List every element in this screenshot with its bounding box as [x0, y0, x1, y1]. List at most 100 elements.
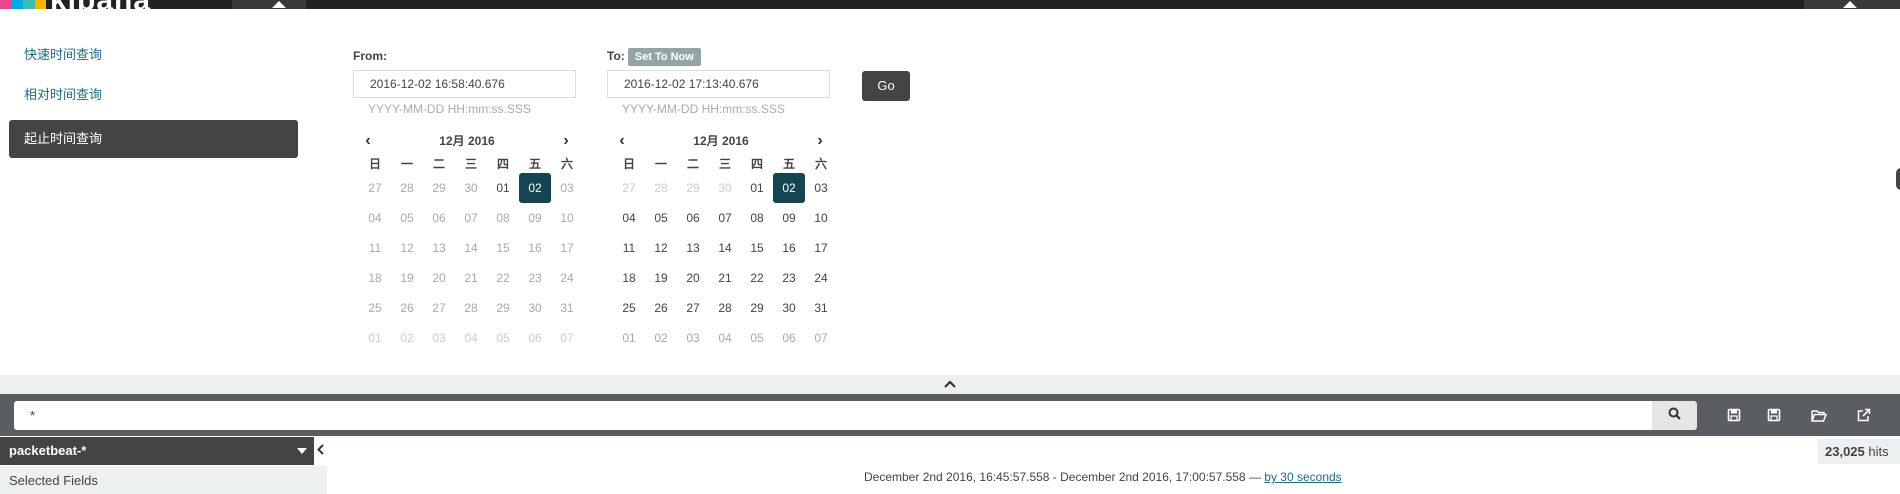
chevron-left-icon[interactable]: ‹ — [613, 132, 631, 150]
calendar-day[interactable]: 17 — [805, 233, 837, 263]
calendar-day[interactable]: 03 — [423, 323, 455, 353]
calendar-day[interactable]: 07 — [805, 323, 837, 353]
search-button[interactable] — [1652, 401, 1697, 430]
calendar-day[interactable]: 11 — [359, 233, 391, 263]
time-mode-relative[interactable]: 相对时间查询 — [9, 80, 298, 118]
calendar-day[interactable]: 04 — [709, 323, 741, 353]
go-button[interactable]: Go — [862, 71, 910, 101]
calendar-day[interactable]: 04 — [359, 203, 391, 233]
calendar-day[interactable]: 02 — [391, 323, 423, 353]
calendar-day[interactable]: 01 — [359, 323, 391, 353]
calendar-day[interactable]: 18 — [613, 263, 645, 293]
calendar-day[interactable]: 19 — [391, 263, 423, 293]
calendar-day[interactable]: 31 — [805, 293, 837, 323]
calendar-day[interactable]: 24 — [551, 263, 583, 293]
calendar-day[interactable]: 27 — [423, 293, 455, 323]
calendar-day[interactable]: 04 — [455, 323, 487, 353]
calendar-day[interactable]: 10 — [551, 203, 583, 233]
calendar-day[interactable]: 27 — [677, 293, 709, 323]
calendar-day[interactable]: 24 — [805, 263, 837, 293]
calendar-day[interactable]: 02 — [519, 173, 551, 203]
calendar-day[interactable]: 27 — [359, 173, 391, 203]
calendar-day[interactable]: 09 — [773, 203, 805, 233]
open-search-icon[interactable] — [1809, 405, 1829, 425]
calendar-day[interactable]: 21 — [709, 263, 741, 293]
collapse-sidebar-button[interactable] — [314, 437, 327, 465]
calendar-day[interactable]: 22 — [487, 263, 519, 293]
new-search-icon[interactable] — [1724, 405, 1744, 425]
calendar-day[interactable]: 08 — [741, 203, 773, 233]
calendar-day[interactable]: 03 — [677, 323, 709, 353]
calendar-day[interactable]: 03 — [551, 173, 583, 203]
calendar-day[interactable]: 15 — [741, 233, 773, 263]
calendar-day[interactable]: 13 — [677, 233, 709, 263]
to-date-input[interactable] — [607, 70, 830, 98]
calendar-day[interactable]: 12 — [391, 233, 423, 263]
calendar-day[interactable]: 22 — [741, 263, 773, 293]
calendar-day[interactable]: 02 — [773, 173, 805, 203]
calendar-day[interactable]: 06 — [519, 323, 551, 353]
calendar-day[interactable]: 31 — [551, 293, 583, 323]
calendar-day[interactable]: 10 — [805, 203, 837, 233]
from-date-input[interactable] — [353, 70, 576, 98]
share-icon[interactable] — [1854, 405, 1874, 425]
calendar-day[interactable]: 06 — [423, 203, 455, 233]
calendar-day[interactable]: 25 — [613, 293, 645, 323]
scroll-handle[interactable] — [1896, 168, 1900, 190]
search-input[interactable] — [14, 401, 1652, 430]
calendar-day[interactable]: 28 — [709, 293, 741, 323]
calendar-day[interactable]: 05 — [645, 203, 677, 233]
time-mode-quick[interactable]: 快速时间查询 — [9, 40, 298, 78]
chevron-left-icon[interactable]: ‹ — [359, 132, 377, 150]
calendar-day[interactable]: 21 — [455, 263, 487, 293]
calendar-day[interactable]: 09 — [519, 203, 551, 233]
calendar-day[interactable]: 30 — [773, 293, 805, 323]
set-to-now-button[interactable]: Set To Now — [627, 47, 701, 66]
time-mode-absolute[interactable]: 起止时间查询 — [9, 120, 298, 158]
save-search-icon[interactable] — [1764, 405, 1784, 425]
calendar-day[interactable]: 23 — [519, 263, 551, 293]
calendar-day[interactable]: 03 — [805, 173, 837, 203]
chevron-right-icon[interactable]: › — [811, 132, 829, 150]
calendar-day[interactable]: 29 — [487, 293, 519, 323]
calendar-day[interactable]: 13 — [423, 233, 455, 263]
calendar-day[interactable]: 07 — [551, 323, 583, 353]
calendar-day[interactable]: 01 — [487, 173, 519, 203]
calendar-day[interactable]: 02 — [645, 323, 677, 353]
calendar-day[interactable]: 20 — [677, 263, 709, 293]
calendar-day[interactable]: 05 — [391, 203, 423, 233]
calendar-day[interactable]: 20 — [423, 263, 455, 293]
calendar-day[interactable]: 28 — [455, 293, 487, 323]
calendar-day[interactable]: 07 — [709, 203, 741, 233]
calendar-day[interactable]: 29 — [741, 293, 773, 323]
calendar-day[interactable]: 28 — [645, 173, 677, 203]
chevron-right-icon[interactable]: › — [557, 132, 575, 150]
calendar-day[interactable]: 18 — [359, 263, 391, 293]
calendar-day[interactable]: 29 — [423, 173, 455, 203]
calendar-day[interactable]: 14 — [709, 233, 741, 263]
calendar-day[interactable]: 25 — [359, 293, 391, 323]
calendar-day[interactable]: 14 — [455, 233, 487, 263]
calendar-day[interactable]: 01 — [613, 323, 645, 353]
calendar-day[interactable]: 05 — [741, 323, 773, 353]
calendar-day[interactable]: 15 — [487, 233, 519, 263]
calendar-day[interactable]: 04 — [613, 203, 645, 233]
calendar-day[interactable]: 27 — [613, 173, 645, 203]
calendar-day[interactable]: 17 — [551, 233, 583, 263]
nav-tab-discover[interactable] — [232, 0, 306, 9]
calendar-day[interactable]: 01 — [741, 173, 773, 203]
calendar-day[interactable]: 16 — [773, 233, 805, 263]
calendar-day[interactable]: 16 — [519, 233, 551, 263]
calendar-day[interactable]: 19 — [645, 263, 677, 293]
calendar-day[interactable]: 29 — [677, 173, 709, 203]
calendar-day[interactable]: 08 — [487, 203, 519, 233]
chevron-up-icon[interactable] — [943, 377, 957, 391]
calendar-day[interactable]: 06 — [677, 203, 709, 233]
calendar-day[interactable]: 26 — [391, 293, 423, 323]
calendar-day[interactable]: 07 — [455, 203, 487, 233]
calendar-day[interactable]: 30 — [709, 173, 741, 203]
calendar-day[interactable]: 28 — [391, 173, 423, 203]
calendar-day[interactable]: 30 — [455, 173, 487, 203]
kibana-logo[interactable] — [0, 0, 46, 9]
interval-link[interactable]: by 30 seconds — [1264, 470, 1341, 484]
